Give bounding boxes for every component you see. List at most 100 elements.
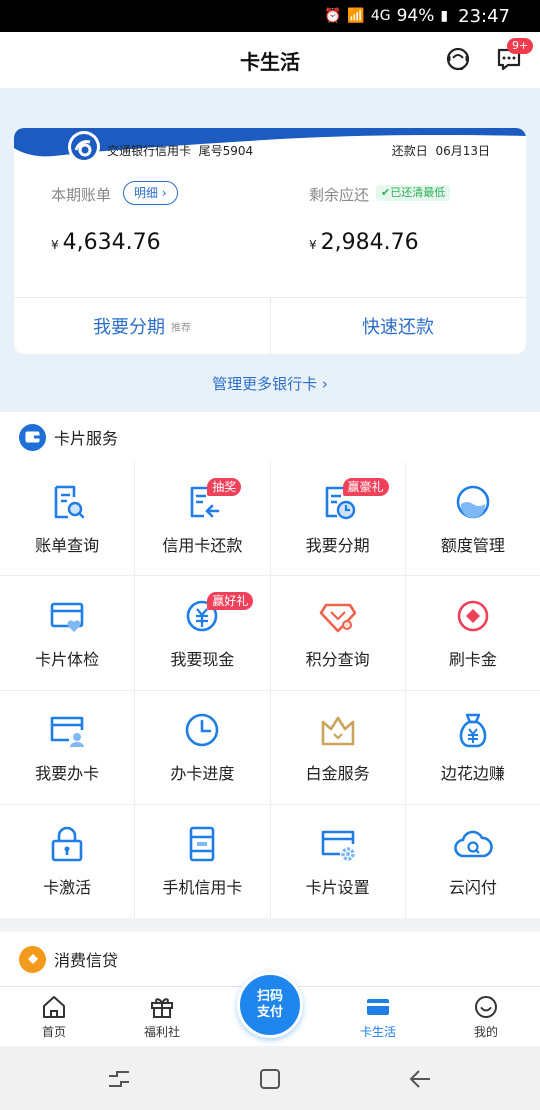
service-label: 白金服务 xyxy=(305,764,370,784)
currency-symbol: ¥ xyxy=(51,238,59,252)
service-card-activate[interactable]: 卡激活 xyxy=(0,804,135,918)
diamond-icon xyxy=(19,945,46,973)
service-label: 账单查询 xyxy=(35,535,100,555)
manage-cards-link[interactable]: 管理更多银行卡 › xyxy=(0,373,540,394)
bill-query-icon xyxy=(54,485,85,518)
service-bill-query[interactable]: 账单查询 xyxy=(0,462,135,576)
tab-home[interactable]: 首页 xyxy=(14,987,94,1047)
recent-apps-icon[interactable] xyxy=(106,1066,132,1092)
quick-pay-button[interactable]: 快速还款 xyxy=(270,298,526,354)
home-icon xyxy=(43,996,65,1018)
service-label: 我要办卡 xyxy=(35,764,100,784)
customer-service-icon[interactable] xyxy=(443,44,473,74)
points-icon xyxy=(319,603,356,633)
wifi-icon: 📶 xyxy=(347,8,365,24)
quick-pay-label: 快速还款 xyxy=(362,317,434,338)
network-icon: 4G xyxy=(370,8,391,24)
service-label: 卡激活 xyxy=(43,878,92,898)
service-label: 我要现金 xyxy=(170,649,235,669)
remaining-value: 2,984.76 xyxy=(320,230,419,255)
card-tail-number: 尾号5904 xyxy=(198,144,254,158)
header: 卡生活 xyxy=(0,32,540,88)
section-title: 消费信贷 xyxy=(54,951,119,970)
service-card-settings[interactable]: 卡片设置 xyxy=(270,804,405,918)
home-nav-icon[interactable] xyxy=(257,1066,283,1092)
service-label: 我要分期 xyxy=(305,535,370,555)
service-label: 云闪付 xyxy=(448,878,497,898)
phone-card-icon xyxy=(190,827,215,862)
limit-manage-icon xyxy=(456,485,490,518)
service-label: 额度管理 xyxy=(440,535,505,555)
service-apply-progress[interactable]: 办卡进度 xyxy=(135,690,270,804)
service-cloud-pay[interactable]: 云闪付 xyxy=(405,804,540,918)
service-label: 卡片体检 xyxy=(35,649,100,669)
section-title: 卡片服务 xyxy=(54,429,119,448)
wallet-icon xyxy=(19,423,46,451)
service-card-repay[interactable]: 抽奖 信用卡还款 xyxy=(135,462,270,576)
gift-icon xyxy=(151,998,173,1018)
clock: 23:47 xyxy=(458,5,510,27)
swipe-gold-icon xyxy=(457,600,489,632)
currency-symbol: ¥ xyxy=(309,238,317,252)
service-platinum[interactable]: 白金服务 xyxy=(270,690,405,804)
service-label: 手机信用卡 xyxy=(162,878,243,898)
promo-tag: 抽奖 xyxy=(207,478,242,496)
service-label: 刷卡金 xyxy=(448,649,497,669)
card-overview-area: 交通银行信用卡 尾号5904 还款日 06月13日 本期账单 明细 › 剩余应还… xyxy=(0,88,540,412)
tab-mine[interactable]: 我的 xyxy=(446,987,526,1047)
service-label: 卡片设置 xyxy=(305,878,370,898)
apply-progress-icon xyxy=(186,713,219,747)
due-date-value: 06月13日 xyxy=(435,144,490,158)
service-installment[interactable]: 赢豪礼 我要分期 xyxy=(270,462,405,576)
card-icon xyxy=(367,999,389,1015)
bank-name: 交通银行信用卡 xyxy=(107,144,192,158)
service-grid: 账单查询 抽奖 信用卡还款 赢豪礼 我要分期 额度管理 卡片体检 赢好礼 我要现… xyxy=(0,462,540,918)
service-label: 边花边赚 xyxy=(440,764,505,784)
service-cash[interactable]: 赢好礼 我要现金 xyxy=(135,576,270,690)
page-title: 卡生活 xyxy=(240,49,300,74)
status-bar: ⏰ 📶 4G 94% ▮ 23:47 xyxy=(0,0,540,32)
service-limit-manage[interactable]: 额度管理 xyxy=(405,462,540,576)
detail-button[interactable]: 明细 › xyxy=(123,181,178,205)
tab-card-life[interactable]: 卡生活 xyxy=(338,987,418,1047)
installment-button[interactable]: 我要分期 推荐 xyxy=(14,298,270,354)
system-navigation-bar xyxy=(0,1046,540,1110)
due-date: 还款日 06月13日 xyxy=(392,142,490,159)
battery-icon: ▮ xyxy=(440,8,449,24)
service-card-check[interactable]: 卡片体检 xyxy=(0,576,135,690)
due-label: 还款日 xyxy=(391,144,428,158)
card-settings-icon xyxy=(321,831,355,862)
smile-icon xyxy=(475,996,497,1018)
current-bill-value: 4,634.76 xyxy=(62,230,161,255)
scan-pay-label: 扫码 支付 xyxy=(256,989,283,1020)
back-icon[interactable] xyxy=(408,1066,434,1092)
scan-pay-button[interactable]: 扫码 支付 xyxy=(237,972,303,1038)
service-label: 积分查询 xyxy=(305,649,370,669)
card-check-icon xyxy=(50,602,84,632)
card-service-header: 卡片服务 xyxy=(0,412,540,462)
credit-card-summary[interactable]: 交通银行信用卡 尾号5904 还款日 06月13日 本期账单 明细 › 剩余应还… xyxy=(14,128,526,354)
card-name: 交通银行信用卡 尾号5904 xyxy=(107,142,253,159)
service-points[interactable]: 积分查询 xyxy=(270,576,405,690)
service-spend-earn[interactable]: 边花边赚 xyxy=(405,690,540,804)
service-label: 办卡进度 xyxy=(170,764,235,784)
tab-label: 福利社 xyxy=(143,1025,180,1039)
service-phone-card[interactable]: 手机信用卡 xyxy=(135,804,270,918)
service-swipe-gold[interactable]: 刷卡金 xyxy=(405,576,540,690)
current-bill-label: 本期账单 xyxy=(51,186,112,204)
battery-percent: 94% xyxy=(396,6,435,26)
platinum-crown-icon xyxy=(321,716,354,746)
alarm-icon: ⏰ xyxy=(323,8,342,24)
tab-label: 我的 xyxy=(473,1025,498,1039)
tab-label: 卡生活 xyxy=(359,1025,396,1039)
current-bill-amount: ¥4,634.76 xyxy=(51,230,161,255)
service-apply-card[interactable]: 我要办卡 xyxy=(0,690,135,804)
service-label: 信用卡还款 xyxy=(162,535,243,555)
tab-label: 首页 xyxy=(41,1025,66,1039)
cloud-pay-icon xyxy=(454,831,493,858)
tab-welfare[interactable]: 福利社 xyxy=(122,987,202,1047)
remaining-label: 剩余应还 xyxy=(309,186,370,204)
bank-logo-icon xyxy=(68,131,100,163)
money-bag-icon xyxy=(459,713,487,748)
lock-icon xyxy=(51,827,83,862)
